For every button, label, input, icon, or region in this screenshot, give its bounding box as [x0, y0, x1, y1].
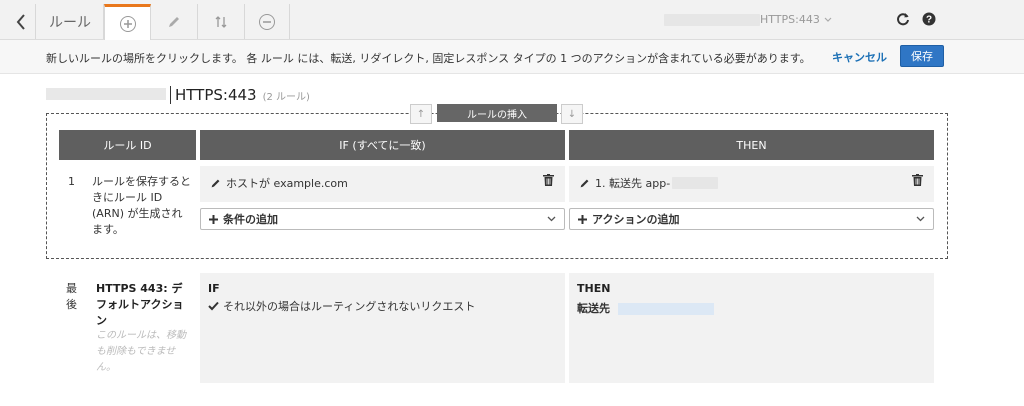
default-if-heading: IF	[208, 282, 220, 295]
chevron-down-icon	[916, 213, 925, 225]
default-if-cell	[200, 273, 565, 383]
cancel-link[interactable]: キャンセル	[832, 49, 887, 65]
add-rule-tab[interactable]	[104, 4, 151, 40]
default-rule-name: HTTPS 443: デフォルトアクション	[96, 282, 184, 327]
back-button[interactable]	[6, 4, 36, 39]
default-then-cell	[569, 273, 934, 383]
pencil-icon	[167, 15, 181, 29]
delete-rule-tab[interactable]	[245, 4, 290, 39]
plus-circle-icon	[119, 15, 136, 32]
svg-text:?: ?	[926, 15, 932, 26]
instruction-bar: 新しいルールの場所をクリックします。 各 ルール には、転送, リダイレクト, …	[0, 40, 1024, 74]
toolbar: ルール HTTPS:443 ?	[0, 0, 1024, 40]
action-text: 1. 転送先 app-	[595, 177, 671, 190]
header-if: IF (すべてに一致)	[200, 130, 565, 160]
arrow-down-icon: ↓	[567, 108, 577, 120]
add-condition-label: 条件の追加	[223, 213, 278, 226]
refresh-icon	[896, 12, 910, 26]
rules-tab[interactable]: ルール	[37, 4, 104, 39]
rule-id-description: ルールを保存するときにルール ID (ARN) が生成されます。	[92, 175, 191, 236]
rules-tab-label: ルール	[49, 14, 91, 31]
chevron-down-icon	[824, 17, 832, 23]
plus-icon	[578, 214, 587, 224]
default-then-text: 転送先	[577, 302, 610, 315]
reorder-rules-tab[interactable]	[198, 4, 245, 39]
chevron-left-icon	[16, 13, 26, 30]
reorder-icon	[214, 15, 228, 29]
edit-rule-tab[interactable]	[151, 4, 198, 39]
add-action-dropdown[interactable]: アクションの追加	[569, 208, 934, 230]
delete-condition-button[interactable]	[543, 174, 554, 186]
action-item[interactable]: 1. 転送先 app-	[579, 175, 719, 191]
redacted-target-group	[617, 303, 714, 315]
help-button[interactable]: ?	[922, 12, 936, 26]
check-icon	[208, 301, 219, 311]
help-icon: ?	[922, 12, 936, 26]
default-then-heading: THEN	[577, 282, 611, 295]
default-if-text: それ以外の場合はルーティングされないリクエスト	[223, 300, 476, 313]
header-then: THEN	[569, 130, 934, 160]
pencil-icon	[210, 178, 221, 189]
insert-rule-button[interactable]: ルールの挿入	[437, 104, 557, 122]
chevron-down-icon	[547, 213, 556, 225]
add-action-label: アクションの追加	[592, 213, 680, 226]
move-up-button[interactable]: ↑	[410, 104, 432, 124]
redacted-text	[46, 88, 166, 100]
move-down-button[interactable]: ↓	[561, 104, 583, 124]
condition-text: ホストが example.com	[226, 177, 348, 190]
page-title: HTTPS:443 (2 ルール)	[46, 86, 310, 104]
redacted-text	[664, 13, 760, 26]
refresh-button[interactable]	[896, 12, 910, 26]
listener-label: HTTPS:443	[760, 13, 820, 26]
arrow-up-icon: ↑	[416, 108, 426, 120]
default-if-condition: それ以外の場合はルーティングされないリクエスト	[208, 298, 475, 314]
redacted-text	[672, 177, 719, 189]
last-rule-label: 最後	[66, 282, 77, 311]
default-rule-note: このルールは、移動も削除もできません。	[96, 330, 186, 373]
listener-title: HTTPS:443	[170, 86, 257, 104]
rule-id: 1	[68, 175, 75, 188]
rule-count: (2 ルール)	[262, 92, 310, 103]
plus-icon	[209, 214, 218, 224]
listener-selector[interactable]: HTTPS:443	[664, 13, 832, 26]
pencil-icon	[579, 178, 590, 189]
minus-circle-icon	[259, 13, 275, 30]
add-condition-dropdown[interactable]: 条件の追加	[200, 208, 565, 230]
trash-icon	[912, 174, 923, 186]
header-rule-id: ルール ID	[59, 130, 196, 160]
trash-icon	[543, 174, 554, 186]
default-then-action: 転送先	[577, 300, 714, 316]
condition-item[interactable]: ホストが example.com	[210, 175, 348, 191]
instruction-text: 新しいルールの場所をクリックします。 各 ルール には、転送, リダイレクト, …	[46, 52, 811, 65]
delete-action-button[interactable]	[912, 174, 923, 186]
save-button[interactable]: 保存	[900, 45, 944, 67]
